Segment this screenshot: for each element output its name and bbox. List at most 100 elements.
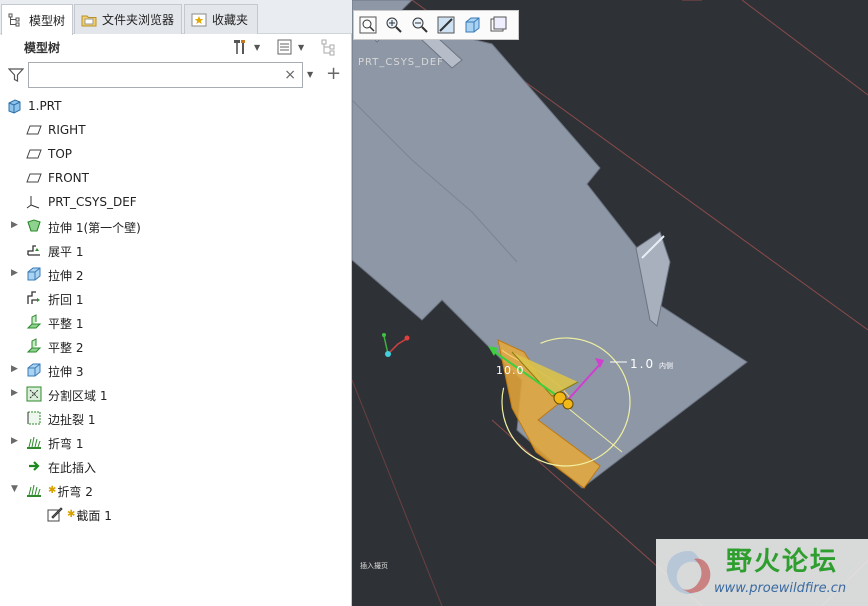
settings-button[interactable]: ▼ xyxy=(232,37,260,57)
dimension-length[interactable]: 10.0 xyxy=(496,364,525,377)
tree-item-bend-back-1[interactable]: 折回 1 xyxy=(0,286,352,310)
forum-url: www.proewildfire.cn xyxy=(714,581,847,596)
bend-back-icon xyxy=(27,291,40,304)
tree-item-label: 拉伸 1(第一个壁) xyxy=(48,221,141,235)
expand-arrow-icon[interactable]: ▶ xyxy=(11,388,18,398)
tree-root[interactable]: 1.PRT xyxy=(0,94,352,118)
modified-star-icon: ✱ xyxy=(67,509,76,520)
repaint-button[interactable] xyxy=(436,15,456,35)
expand-arrow-icon[interactable]: ▶ xyxy=(11,436,18,446)
zoom-out-button[interactable] xyxy=(410,15,430,35)
dimension-value[interactable]: 1.0 xyxy=(630,357,655,371)
triad-x-tip xyxy=(404,335,410,341)
triad-x xyxy=(387,337,409,355)
tree-item-text: 截面 1 xyxy=(76,509,112,523)
tree-item-label: PRT_CSYS_DEF xyxy=(48,195,137,209)
tree-item-flat-1[interactable]: 平整 1 xyxy=(0,310,352,334)
modified-star-icon: ✱ xyxy=(48,485,57,496)
tab-folder-browser[interactable]: 文件夹浏览器 xyxy=(74,4,182,34)
triad-y-tip xyxy=(382,333,386,337)
graphics-toolbar xyxy=(353,10,519,40)
tree-title: 模型树 xyxy=(24,41,61,55)
favorites-icon xyxy=(191,13,207,26)
refit-icon xyxy=(359,16,377,34)
add-icon[interactable]: + xyxy=(326,63,341,84)
tree-item-csys[interactable]: PRT_CSYS_DEF xyxy=(0,190,352,214)
bend-icon xyxy=(27,436,41,449)
tree-item-label: 拉伸 3 xyxy=(48,365,84,379)
display-style-button[interactable] xyxy=(462,15,482,35)
tab-model-tree[interactable]: 模型树 xyxy=(1,4,73,35)
split-area-icon xyxy=(26,386,42,402)
forum-logo-icon xyxy=(666,551,711,595)
collapse-arrow-icon[interactable]: ▼ xyxy=(11,484,18,494)
bend-icon xyxy=(27,484,41,497)
tree-item-label: 平整 1 xyxy=(48,317,84,331)
tree-item-bend-1[interactable]: ▶ 折弯 1 xyxy=(0,430,352,454)
filter-row: × ▼ + xyxy=(0,60,352,90)
tree-item-label: 平整 2 xyxy=(48,341,84,355)
forum-title: 野火论坛 xyxy=(726,547,839,577)
tree-item-bend-2[interactable]: ▼ ✱折弯 2 xyxy=(0,478,352,502)
chevron-down-icon[interactable]: ▼ xyxy=(307,70,313,79)
drag-handle[interactable] xyxy=(562,398,574,410)
tree-columns-icon xyxy=(321,39,335,56)
graphics-viewport[interactable] xyxy=(352,0,868,606)
tree-item-edge-rip-1[interactable]: 边扯裂 1 xyxy=(0,406,352,430)
search-box: × xyxy=(28,62,303,88)
tree-item-flat-2[interactable]: 平整 2 xyxy=(0,334,352,358)
sketch-icon xyxy=(47,507,63,522)
csys-icon xyxy=(26,196,40,209)
view-manager-button[interactable] xyxy=(488,15,508,35)
tree-item-extrude-1[interactable]: ▶ 拉伸 1(第一个壁) xyxy=(0,214,352,238)
tree-item-label: 在此插入 xyxy=(48,461,97,475)
tree-item-front[interactable]: FRONT xyxy=(0,166,352,190)
zoom-out-icon xyxy=(412,17,428,33)
clear-icon[interactable]: × xyxy=(284,67,296,83)
tools-icon xyxy=(234,40,245,54)
expand-arrow-icon[interactable]: ▶ xyxy=(11,268,18,278)
search-input[interactable] xyxy=(29,63,274,87)
sheet-body xyxy=(352,0,748,489)
tab-label: 文件夹浏览器 xyxy=(102,13,175,27)
tree-item-label: ✱截面 1 xyxy=(67,507,112,524)
flat-wall-icon xyxy=(26,338,42,353)
insert-here-icon xyxy=(29,461,40,471)
tree-item-section-1[interactable]: ✱截面 1 xyxy=(0,502,352,526)
tree-item-top[interactable]: TOP xyxy=(0,142,352,166)
tab-favorites[interactable]: 收藏夹 xyxy=(184,4,258,34)
datum-plane-icon xyxy=(26,149,42,159)
tree-item-insert-here[interactable]: 在此插入 xyxy=(0,454,352,478)
show-button[interactable]: ▼ xyxy=(276,37,304,57)
display-style-icon xyxy=(465,17,480,33)
columns-button[interactable] xyxy=(320,37,340,57)
part-icon xyxy=(8,99,21,114)
edge-rip-icon xyxy=(27,411,41,425)
model-tree-panel: 模型树 文件夹浏览器 收藏夹 模型树 ▼ ▼ × ▼ + 1.PRT RIGHT… xyxy=(0,0,352,606)
tree-item-split-area-1[interactable]: ▶ 分割区域 1 xyxy=(0,382,352,406)
tree-item-unbend-1[interactable]: 展平 1 xyxy=(0,238,352,262)
model-canvas[interactable] xyxy=(352,0,868,606)
panel-tabs: 模型树 文件夹浏览器 收藏夹 xyxy=(0,0,352,35)
expand-arrow-icon[interactable]: ▶ xyxy=(11,364,18,374)
tree-item-label: 展平 1 xyxy=(48,245,84,259)
datum-line xyxy=(352,379,443,606)
tree-item-label: FRONT xyxy=(48,171,89,185)
view-manager-icon xyxy=(490,16,507,32)
tree-item-extrude-3[interactable]: ▶ 拉伸 3 xyxy=(0,358,352,382)
tree-tab-icon xyxy=(8,13,20,27)
dimension-side-label: 内侧 xyxy=(659,362,673,370)
tree-item-text: 折弯 2 xyxy=(57,485,93,499)
zoom-in-icon xyxy=(386,17,402,33)
expand-arrow-icon[interactable]: ▶ xyxy=(11,220,18,230)
tree-item-label: 1.PRT xyxy=(28,99,62,113)
zoom-in-button[interactable] xyxy=(384,15,404,35)
unbend-icon xyxy=(27,245,40,256)
refit-button[interactable] xyxy=(358,15,378,35)
tab-label: 收藏夹 xyxy=(212,13,249,27)
filter-icon[interactable] xyxy=(8,67,24,83)
tree-item-label: RIGHT xyxy=(48,123,86,137)
tree-item-extrude-2[interactable]: ▶ 拉伸 2 xyxy=(0,262,352,286)
tree-item-right[interactable]: RIGHT xyxy=(0,118,352,142)
datum-plane-icon xyxy=(26,173,42,183)
